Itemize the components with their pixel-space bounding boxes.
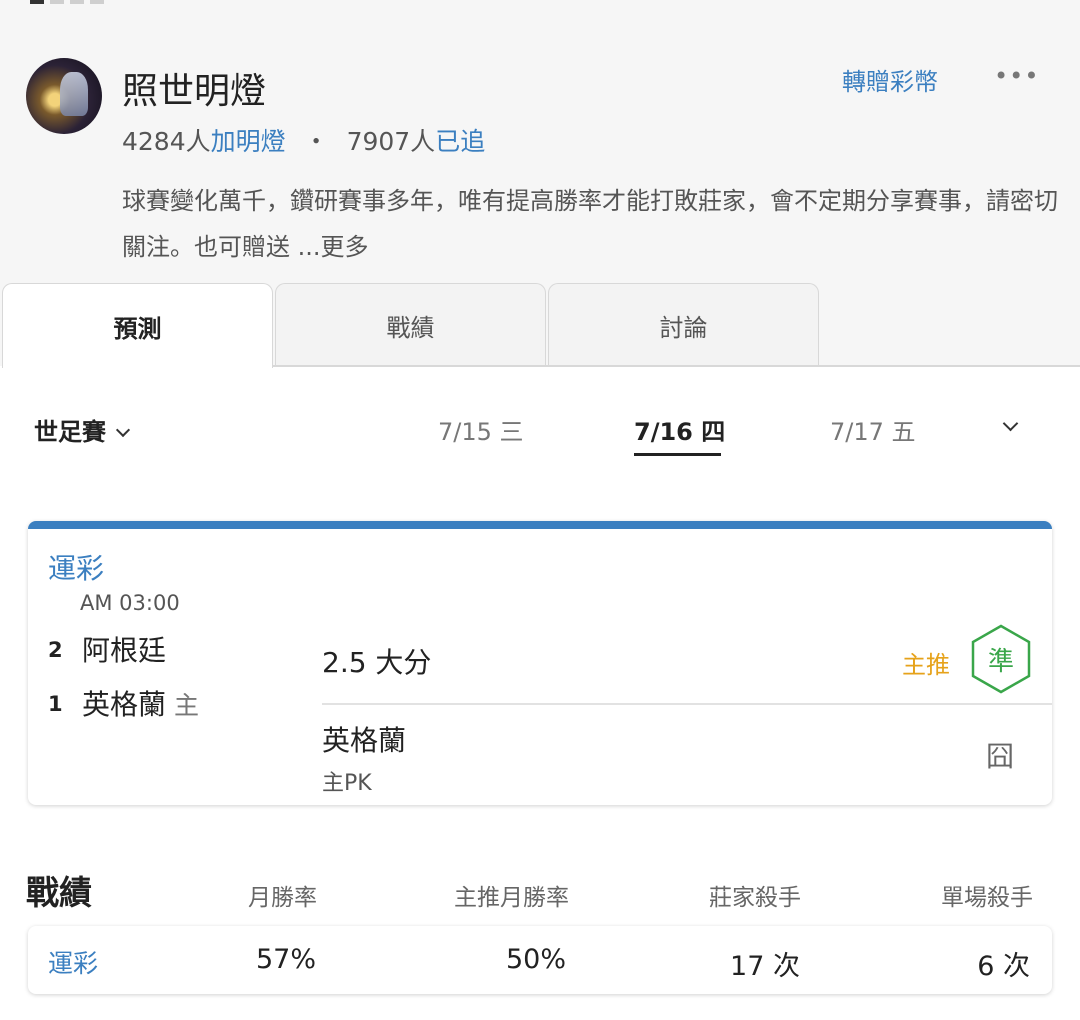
lamp-count: 4284人 bbox=[122, 127, 211, 156]
date-tab-0715[interactable]: 7/15 三 bbox=[438, 412, 524, 447]
header-main-pick-win-rate: 主推月勝率 bbox=[454, 885, 569, 911]
profile-name: 照世明燈 bbox=[122, 71, 267, 112]
date-filter-bar: 世足賽 7/15 三 7/16 四 7/17 五 bbox=[0, 410, 1080, 460]
tab-records[interactable]: 戰績 bbox=[275, 283, 546, 366]
team-away: 2 阿根廷 bbox=[48, 629, 166, 669]
value-bookie-killer: 17 次 bbox=[730, 951, 800, 982]
tab-divider bbox=[273, 365, 1080, 367]
follow-count: 7907人 bbox=[346, 127, 436, 156]
pick-over-under: 2.5 大分 bbox=[322, 646, 432, 679]
team-home: 1 英格蘭主 bbox=[48, 683, 199, 723]
value-single-game-killer: 6 次 bbox=[977, 951, 1030, 982]
home-indicator: 主 bbox=[174, 691, 200, 720]
more-options-icon[interactable]: ••• bbox=[994, 62, 1039, 90]
date-expand-chevron-icon[interactable] bbox=[1002, 415, 1019, 432]
page-dot bbox=[70, 0, 84, 4]
pick-handicap-team: 英格蘭 bbox=[322, 724, 407, 757]
match-card[interactable]: 運彩 AM 03:00 2 阿根廷 1 英格蘭主 2.5 大分 主推 準 英格蘭 主… bbox=[28, 521, 1052, 805]
match-time: AM 03:00 bbox=[80, 591, 180, 615]
header-monthly-win-rate: 月勝率 bbox=[248, 885, 317, 911]
add-lamp-link[interactable]: 加明燈 bbox=[211, 127, 286, 156]
chevron-down-icon bbox=[115, 422, 131, 438]
profile-stats: 4284人加明燈 ・ 7907人已追 bbox=[122, 122, 485, 158]
team-rank: 2 bbox=[48, 638, 63, 662]
page-dot bbox=[90, 0, 104, 4]
page-dot bbox=[50, 0, 64, 4]
record-section-title: 戰績 bbox=[26, 873, 92, 912]
tab-predictions[interactable]: 預測 bbox=[2, 283, 273, 368]
tab-bar: 預測 戰績 討論 bbox=[0, 283, 1080, 368]
result-mark-accurate: 準 bbox=[987, 646, 1014, 677]
transfer-coins-button[interactable]: 轉贈彩幣 bbox=[842, 62, 938, 97]
stats-separator: ・ bbox=[303, 127, 329, 156]
value-main-pick-win-rate: 50% bbox=[505, 944, 566, 975]
date-tab-0716[interactable]: 7/16 四 bbox=[634, 412, 725, 447]
result-mark-miss: 囧 bbox=[986, 740, 1015, 773]
pick-divider bbox=[322, 703, 1052, 705]
header-bookie-killer: 莊家殺手 bbox=[709, 885, 801, 911]
record-category: 運彩 bbox=[48, 949, 99, 978]
active-date-underline bbox=[634, 453, 721, 456]
page-dot bbox=[30, 0, 44, 4]
team-name: 英格蘭 bbox=[82, 688, 167, 721]
tab-discussion[interactable]: 討論 bbox=[548, 283, 819, 366]
followed-link[interactable]: 已追 bbox=[435, 127, 485, 156]
pick-handicap-type: 主PK bbox=[322, 771, 372, 796]
profile-header: 照世明燈 4284人加明燈 ・ 7907人已追 轉贈彩幣 ••• 球賽變化萬千，… bbox=[0, 0, 1080, 368]
record-row[interactable]: 運彩 57% 50% 17 次 6 次 bbox=[28, 926, 1052, 994]
team-rank: 1 bbox=[48, 692, 63, 716]
avatar[interactable] bbox=[26, 58, 102, 134]
header-single-game-killer: 單場殺手 bbox=[941, 885, 1033, 911]
date-tab-0717[interactable]: 7/17 五 bbox=[830, 412, 916, 447]
league-label: 世足賽 bbox=[34, 418, 106, 446]
page-indicator bbox=[30, 0, 104, 4]
card-accent-bar bbox=[28, 521, 1052, 529]
avatar-figure bbox=[60, 72, 88, 116]
main-pick-badge: 主推 bbox=[902, 651, 950, 679]
league-selector[interactable]: 世足賽 bbox=[34, 412, 131, 447]
team-name: 阿根廷 bbox=[82, 634, 167, 667]
match-category: 運彩 bbox=[48, 552, 105, 585]
accurate-hexagon-icon: 準 bbox=[970, 624, 1032, 694]
profile-description[interactable]: 球賽變化萬千，鑽研賽事多年，唯有提高勝率才能打敗莊家，會不定期分享賽事，請密切關… bbox=[122, 178, 1062, 270]
value-monthly-win-rate: 57% bbox=[255, 944, 316, 975]
